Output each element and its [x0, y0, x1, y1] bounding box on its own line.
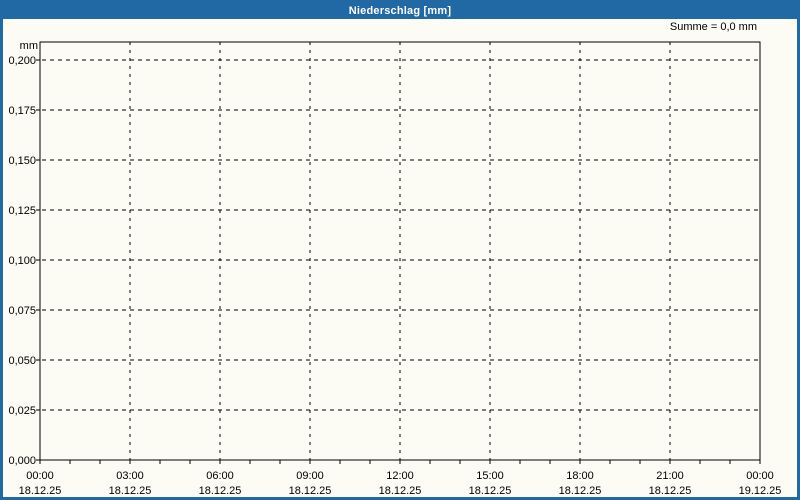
- y-tick-label: 0,100: [8, 255, 36, 267]
- x-date-label: 18.12.25: [469, 485, 512, 497]
- x-time-label: 06:00: [206, 470, 234, 482]
- precipitation-chart: 00:00 18.12.25 03:00 18.12.25 06:00 18.12.25 0…: [8, 40, 782, 497]
- x-time-label: 00:00: [26, 470, 54, 482]
- y-tick-label: 0,000: [8, 455, 36, 467]
- plot-border: [39, 41, 761, 461]
- y-tick-label: 0,175: [8, 105, 36, 117]
- x-time-label: 18:00: [566, 470, 594, 482]
- sum-annotation: Summe = 0,0 mm: [669, 21, 757, 33]
- y-tick-label: 0,200: [8, 55, 36, 67]
- chart-window: Niederschlag [mm] Summe = 0,0 mm 00:00 18…: [0, 0, 800, 500]
- x-time-label: 12:00: [386, 470, 414, 482]
- chart-title: Niederschlag [mm]: [348, 5, 452, 17]
- x-date-label: 18.12.25: [289, 485, 332, 497]
- x-date-label: 19.12.25: [739, 485, 782, 497]
- y-tick-label: 0,075: [8, 305, 36, 317]
- y-tick-label: 0,050: [8, 355, 36, 367]
- y-tick-label: 0,025: [8, 405, 36, 417]
- x-time-label: 15:00: [476, 470, 504, 482]
- x-date-label: 18.12.25: [379, 485, 422, 497]
- title-bar: Niederschlag [mm]: [3, 0, 797, 19]
- x-time-label: 03:00: [116, 470, 144, 482]
- y-tick-label: 0,125: [8, 205, 36, 217]
- x-time-label: 21:00: [656, 470, 684, 482]
- x-date-label: 18.12.25: [649, 485, 692, 497]
- x-date-label: 18.12.25: [109, 485, 152, 497]
- x-date-label: 18.12.25: [559, 485, 602, 497]
- x-time-label: 09:00: [296, 470, 324, 482]
- y-tick-label: 0,150: [8, 155, 36, 167]
- x-time-label: 00:00: [746, 470, 774, 482]
- x-date-label: 18.12.25: [199, 485, 242, 497]
- y-axis-unit-label: mm: [20, 40, 38, 52]
- x-date-label: 18.12.25: [19, 485, 62, 497]
